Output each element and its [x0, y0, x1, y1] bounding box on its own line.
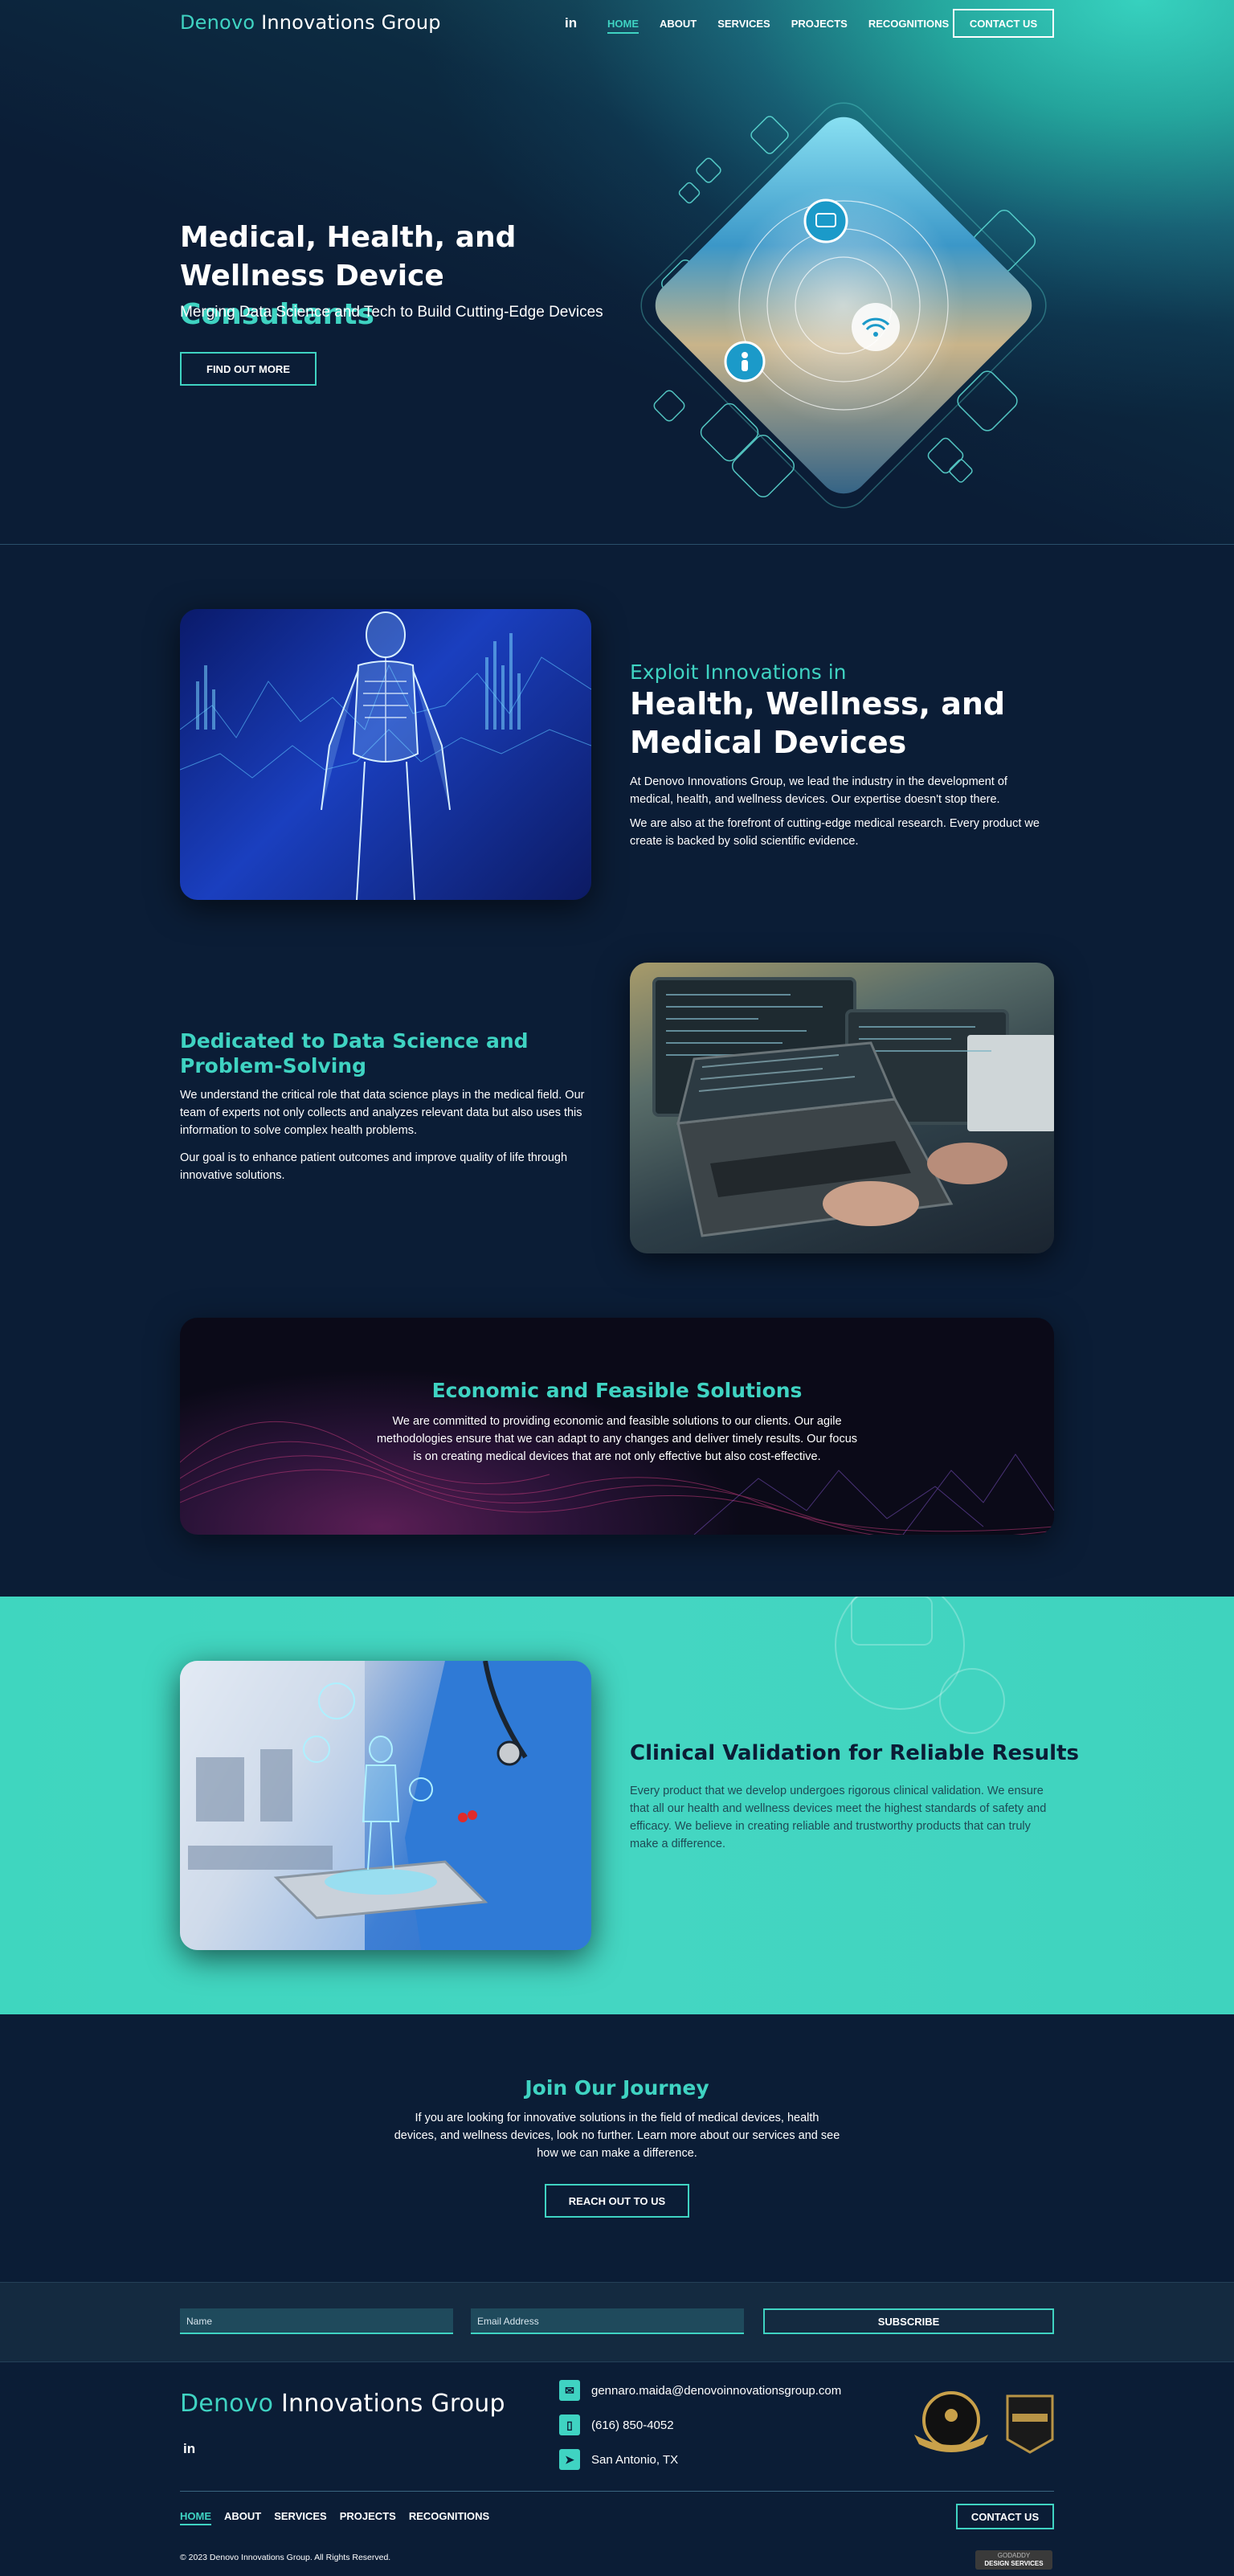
- innovations-eyebrow: Exploit Innovations in: [630, 660, 847, 684]
- footer-nav-projects[interactable]: PROJECTS: [340, 2510, 396, 2525]
- footer-nav-about[interactable]: ABOUT: [224, 2510, 261, 2525]
- clinical-heading: Clinical Validation for Reliable Results: [630, 1741, 1079, 1765]
- reach-out-button[interactable]: REACH OUT TO US: [545, 2184, 689, 2218]
- godaddy-badge-sub: DESIGN SERVICES: [984, 2560, 1044, 2567]
- economic-heading: Economic and Feasible Solutions: [431, 1379, 803, 1402]
- xray-body-image: [180, 609, 591, 900]
- nav-recognitions[interactable]: RECOGNITIONS: [868, 18, 949, 34]
- newsletter-bar: Name Email Address SUBSCRIBE: [0, 2282, 1234, 2362]
- data-science-heading: Dedicated to Data Science and Problem-So…: [180, 1029, 529, 1077]
- footer-logo-accent: Denovo: [180, 2390, 274, 2418]
- award-badges: [914, 2391, 1054, 2454]
- envelope-icon: ✉: [559, 2380, 580, 2401]
- hero-diamond-svg: [640, 102, 1047, 509]
- xray-body-svg: [180, 611, 591, 900]
- site-logo[interactable]: Denovo Innovations Group: [180, 11, 441, 34]
- join-heading: Join Our Journey: [525, 2076, 709, 2100]
- subscribe-button[interactable]: SUBSCRIBE: [763, 2308, 1054, 2334]
- chat-bubble-icon: [803, 198, 848, 243]
- award-badge-1: [914, 2391, 988, 2452]
- phone-icon: ▯: [559, 2414, 580, 2435]
- nav-about[interactable]: ABOUT: [660, 18, 697, 34]
- join-text: If you are looking for innovative soluti…: [394, 2112, 840, 2160]
- header-contact-button[interactable]: CONTACT US: [953, 9, 1054, 38]
- economic-text: We are committed to providing economic a…: [376, 1415, 858, 1463]
- newsletter-email-input[interactable]: Email Address: [471, 2308, 744, 2334]
- doctor-tablet-svg: [180, 1661, 591, 1950]
- innovations-heading-line1: Health, Wellness, and: [630, 686, 1006, 722]
- copyright-text: © 2023 Denovo Innovations Group. All Rig…: [180, 2553, 391, 2562]
- hero-diamond-graphic: [635, 96, 1052, 514]
- innovations-heading: Health, Wellness, and Medical Devices: [630, 685, 1005, 762]
- newsletter-name-input[interactable]: Name: [180, 2308, 453, 2334]
- footer-contact-button[interactable]: CONTACT US: [956, 2504, 1054, 2529]
- logo-accent: Denovo: [180, 11, 255, 34]
- nav-services[interactable]: SERVICES: [717, 18, 770, 34]
- linkedin-icon[interactable]: in: [565, 15, 577, 31]
- award-badge-2: [1006, 2394, 1054, 2454]
- godaddy-badge[interactable]: GODADDY DESIGN SERVICES: [975, 2550, 1052, 2570]
- hero-title-line2a: Wellness Device: [180, 260, 444, 292]
- footer-divider: [180, 2491, 1054, 2492]
- footer-phone-row[interactable]: ▯ (616) 850-4052: [559, 2414, 674, 2435]
- doctor-tablet-image: [180, 1661, 591, 1950]
- clinical-section: Clinical Validation for Reliable Results…: [0, 1597, 1234, 2014]
- hero-divider: [0, 544, 1234, 545]
- footer-phone[interactable]: (616) 850-4052: [591, 2419, 674, 2432]
- footer-email[interactable]: gennaro.maida@denovoinnovationsgroup.com: [591, 2384, 841, 2398]
- footer-logo-rest: Innovations Group: [273, 2390, 505, 2418]
- find-out-more-button[interactable]: FIND OUT MORE: [180, 352, 317, 386]
- main-nav: HOME ABOUT SERVICES PROJECTS RECOGNITION…: [607, 18, 949, 34]
- footer-email-row[interactable]: ✉ gennaro.maida@denovoinnovationsgroup.c…: [559, 2380, 841, 2401]
- person-icon: [724, 341, 766, 382]
- location-arrow-icon: ➤: [559, 2449, 580, 2470]
- economic-banner: Economic and Feasible Solutions We are c…: [180, 1318, 1054, 1535]
- hero-subtitle: Merging Data Science and Tech to Build C…: [180, 304, 603, 321]
- clinical-text: Every product that we develop undergoes …: [630, 1785, 1047, 1850]
- data-science-paragraph-1: We understand the critical role that dat…: [180, 1089, 585, 1137]
- logo-rest: Innovations Group: [255, 11, 441, 34]
- data-science-paragraph-2: Our goal is to enhance patient outcomes …: [180, 1151, 568, 1182]
- godaddy-badge-title: GODADDY: [997, 2552, 1031, 2559]
- footer-nav-services[interactable]: SERVICES: [274, 2510, 327, 2525]
- nav-projects[interactable]: PROJECTS: [791, 18, 848, 34]
- footer-nav: HOME ABOUT SERVICES PROJECTS RECOGNITION…: [180, 2510, 489, 2525]
- footer-linkedin-icon[interactable]: in: [183, 2441, 195, 2457]
- wifi-icon: [852, 303, 900, 351]
- page: Denovo Innovations Group in HOME ABOUT S…: [0, 0, 1234, 2576]
- laptop-data-svg: [652, 977, 1054, 1237]
- hero-title-line1: Medical, Health, and: [180, 221, 517, 254]
- nav-home[interactable]: HOME: [607, 18, 639, 34]
- footer-location: San Antonio, TX: [591, 2452, 679, 2467]
- footer-nav-home[interactable]: HOME: [180, 2510, 211, 2525]
- innovations-paragraph-1: At Denovo Innovations Group, we lead the…: [630, 775, 1007, 806]
- footer-logo[interactable]: Denovo Innovations Group: [180, 2390, 505, 2418]
- innovations-paragraph-2: We are also at the forefront of cutting-…: [630, 817, 1040, 848]
- hero-section: Denovo Innovations Group in HOME ABOUT S…: [0, 0, 1234, 545]
- footer-nav-recognitions[interactable]: RECOGNITIONS: [409, 2510, 489, 2525]
- footer-location-row: ➤ San Antonio, TX: [559, 2449, 678, 2470]
- laptop-data-image: [630, 963, 1054, 1253]
- innovations-heading-line2: Medical Devices: [630, 725, 907, 760]
